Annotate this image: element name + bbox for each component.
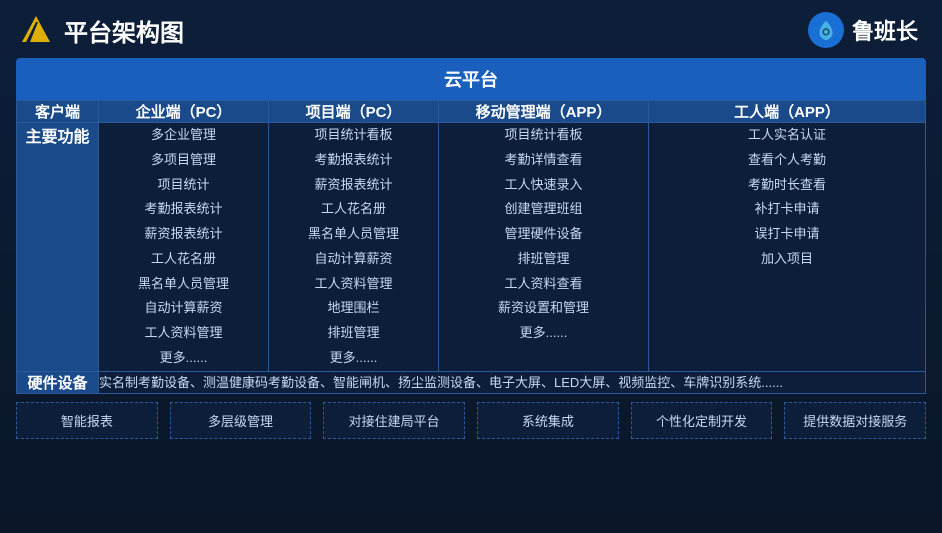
platform-table: 客户端 企业端（PC） 项目端（PC） 移动管理端（APP） 工人端（APP） … [16,100,926,394]
list-item: 考勤时长查看 [649,173,925,198]
mobile-functions-list: 项目统计看板 考勤详情查看 工人快速录入 创建管理班组 管理硬件设备 排班管理 … [439,123,648,346]
feature-custom-dev: 个性化定制开发 [631,402,773,439]
list-item: 管理硬件设备 [439,222,648,247]
list-item: 多项目管理 [99,148,268,173]
list-item: 加入项目 [649,247,925,272]
page-title: 平台架构图 [64,13,184,48]
list-item: 工人资料管理 [99,321,268,346]
list-item: 项目统计看板 [439,123,648,148]
project-functions-list: 项目统计看板 考勤报表统计 薪资报表统计 工人花名册 黑名单人员管理 自动计算薪… [269,123,438,371]
list-item: 工人花名册 [99,247,268,272]
page-wrapper: 平台架构图 鲁班长 云平台 客户端 [0,0,942,533]
col-enterprise: 企业端（PC） [99,101,269,123]
hardware-content: 实名制考勤设备、测温健康码考勤设备、智能闸机、扬尘监测设备、电子大屏、LED大屏… [99,371,926,393]
list-item: 自动计算薪资 [99,296,268,321]
list-item: 黑名单人员管理 [269,222,438,247]
brand-right: 鲁班长 [808,12,918,48]
feature-smart-report: 智能报表 [16,402,158,439]
project-functions-cell: 项目统计看板 考勤报表统计 薪资报表统计 工人花名册 黑名单人员管理 自动计算薪… [269,123,439,372]
feature-data-service: 提供数据对接服务 [784,402,926,439]
list-item: 更多...... [269,346,438,371]
list-item: 查看个人考勤 [649,148,925,173]
brand-name: 鲁班长 [852,14,918,46]
col-worker: 工人端（APP） [649,101,926,123]
list-item: 项目统计看板 [269,123,438,148]
mobile-functions-cell: 项目统计看板 考勤详情查看 工人快速录入 创建管理班组 管理硬件设备 排班管理 … [439,123,649,372]
column-header-row: 客户端 企业端（PC） 项目端（PC） 移动管理端（APP） 工人端（APP） [17,101,926,123]
list-item: 薪资设置和管理 [439,296,648,321]
enterprise-functions-cell: 多企业管理 多项目管理 项目统计 考勤报表统计 薪资报表统计 工人花名册 黑名单… [99,123,269,372]
list-item: 误打卡申请 [649,222,925,247]
list-item: 考勤报表统计 [99,197,268,222]
list-item: 薪资报表统计 [269,173,438,198]
header-left: 平台架构图 [16,12,184,48]
hardware-label: 硬件设备 [17,371,99,393]
list-item: 工人资料查看 [439,272,648,297]
list-item: 薪资报表统计 [99,222,268,247]
list-item: 排班管理 [269,321,438,346]
main-content: 云平台 客户端 企业端（PC） 项目端（PC） 移动管理端（APP） 工人端（A… [0,58,942,449]
col-project: 项目端（PC） [269,101,439,123]
list-item: 创建管理班组 [439,197,648,222]
list-item: 排班管理 [439,247,648,272]
logo-icon [16,12,52,48]
hardware-row: 硬件设备 实名制考勤设备、测温健康码考勤设备、智能闸机、扬尘监测设备、电子大屏、… [17,371,926,393]
worker-functions-cell: 工人实名认证 查看个人考勤 考勤时长查看 补打卡申请 误打卡申请 加入项目 [649,123,926,372]
list-item: 工人快速录入 [439,173,648,198]
list-item: 考勤报表统计 [269,148,438,173]
feature-multilevel: 多层级管理 [170,402,312,439]
col-mobile: 移动管理端（APP） [439,101,649,123]
list-item: 黑名单人员管理 [99,272,268,297]
cloud-platform-banner: 云平台 [16,58,926,100]
main-function-label: 主要功能 [17,123,99,372]
list-item: 项目统计 [99,173,268,198]
feature-gov-platform: 对接住建局平台 [323,402,465,439]
list-item: 补打卡申请 [649,197,925,222]
list-item: 工人实名认证 [649,123,925,148]
list-item: 地理围栏 [269,296,438,321]
bottom-features-row: 智能报表 多层级管理 对接住建局平台 系统集成 个性化定制开发 提供数据对接服务 [16,402,926,439]
list-item: 考勤详情查看 [439,148,648,173]
worker-functions-list: 工人实名认证 查看个人考勤 考勤时长查看 补打卡申请 误打卡申请 加入项目 [649,123,925,272]
list-item: 自动计算薪资 [269,247,438,272]
list-item: 更多...... [439,321,648,346]
list-item: 多企业管理 [99,123,268,148]
header: 平台架构图 鲁班长 [0,0,942,58]
col-client: 客户端 [17,101,99,123]
feature-system-integration: 系统集成 [477,402,619,439]
list-item: 工人资料管理 [269,272,438,297]
list-item: 更多...... [99,346,268,371]
brand-logo-icon [808,12,844,48]
list-item: 工人花名册 [269,197,438,222]
main-function-row: 主要功能 多企业管理 多项目管理 项目统计 考勤报表统计 薪资报表统计 工人花名… [17,123,926,372]
enterprise-functions-list: 多企业管理 多项目管理 项目统计 考勤报表统计 薪资报表统计 工人花名册 黑名单… [99,123,268,371]
